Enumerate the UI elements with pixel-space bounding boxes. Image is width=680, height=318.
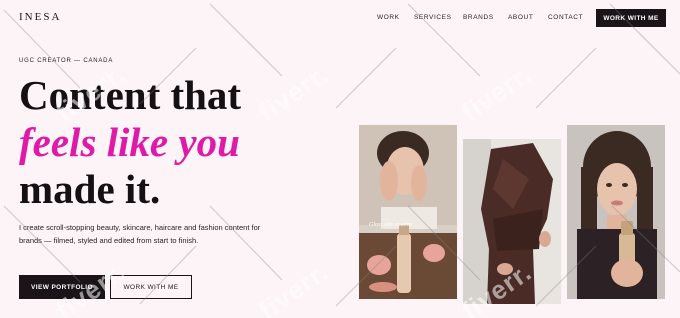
- hero-description: I create scroll-stopping beauty, skincar…: [19, 223, 261, 245]
- headline-line-1: Content that: [19, 72, 242, 118]
- fashion-photo[interactable]: [463, 139, 561, 304]
- watermark-text: fiverr.: [456, 58, 538, 128]
- hero-eyebrow: UGC CREATOR — CANADA: [19, 58, 114, 64]
- photo-overlay-caption: Glass skin routine: [369, 222, 413, 228]
- watermark-text: fiverr.: [253, 58, 335, 128]
- skincare-photo[interactable]: Glass skin routine: [359, 125, 457, 299]
- headline-line-3: made it.: [19, 166, 161, 212]
- makeup-photo[interactable]: [567, 125, 665, 299]
- makeup-photo-image: [567, 125, 665, 299]
- nav-link-brands[interactable]: BRANDS: [463, 14, 494, 21]
- nav-link-about[interactable]: ABOUT: [508, 14, 533, 21]
- work-with-me-nav-button[interactable]: WORK WITH ME: [596, 9, 666, 27]
- nav-link-contact[interactable]: CONTACT: [548, 14, 583, 21]
- top-navigation: INESA WORK SERVICES BRANDS ABOUT CONTACT…: [0, 0, 680, 36]
- fashion-photo-image: [463, 139, 561, 304]
- headline-accent: feels like you: [19, 119, 240, 165]
- nav-link-services[interactable]: SERVICES: [414, 14, 452, 21]
- view-portfolio-button[interactable]: VIEW PORTFOLIO: [19, 275, 105, 299]
- brand-logo[interactable]: INESA: [19, 11, 61, 23]
- work-with-me-button[interactable]: WORK WITH ME: [110, 275, 192, 299]
- watermark-text: fiverr.: [253, 256, 335, 318]
- skincare-photo-image: [359, 125, 457, 299]
- hero-headline: Content that feels like you made it.: [19, 72, 241, 213]
- nav-link-work[interactable]: WORK: [377, 14, 400, 21]
